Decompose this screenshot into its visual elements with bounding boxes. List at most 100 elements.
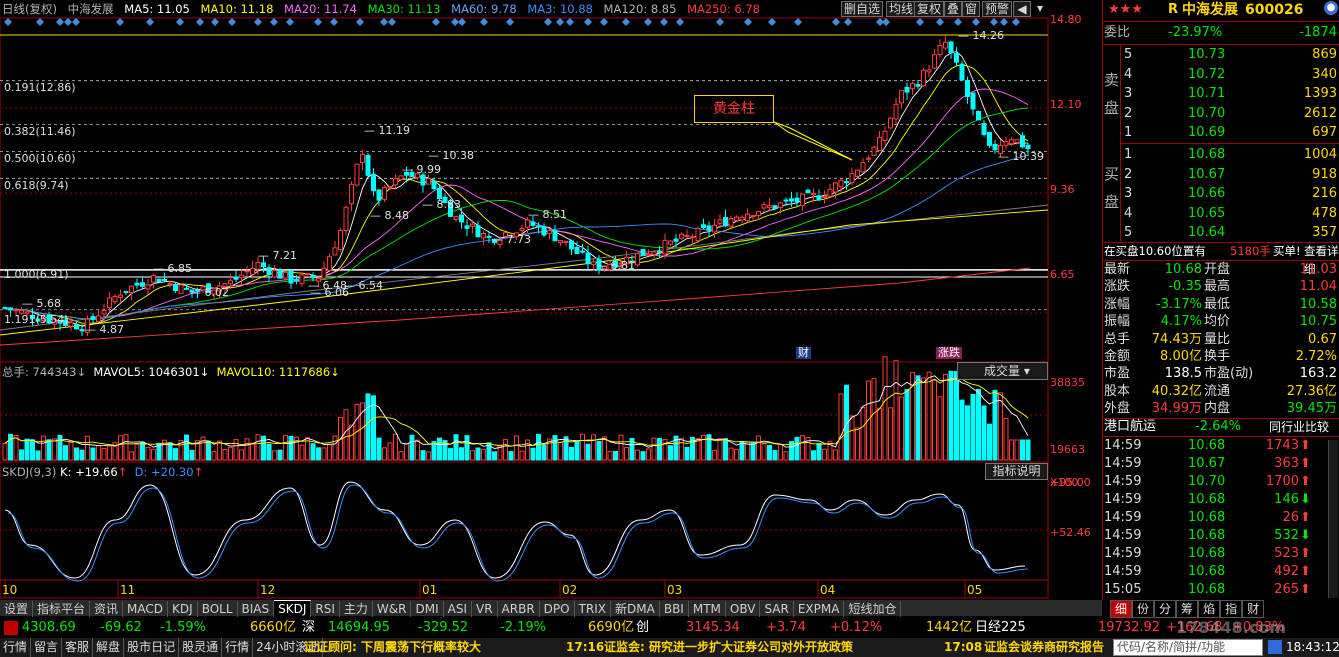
tab-指标平台[interactable]: 指标平台 — [33, 601, 91, 617]
event-diamond-icon[interactable] — [990, 18, 998, 26]
tab-mtm[interactable]: MTM — [689, 601, 726, 617]
event-diamond-icon[interactable] — [1000, 18, 1008, 26]
tab-sar[interactable]: SAR — [760, 601, 794, 617]
quote-tab[interactable]: 份 — [1132, 600, 1155, 618]
event-diamond-icon[interactable] — [768, 18, 776, 26]
tab-boll[interactable]: BOLL — [198, 601, 238, 617]
ask-level-row[interactable]: 2 10.70 2612 — [1102, 105, 1339, 123]
event-diamond-icon[interactable] — [286, 18, 294, 26]
ask-level-row[interactable]: 3 10.71 1393 — [1102, 85, 1339, 103]
event-diamond-icon[interactable] — [36, 18, 44, 26]
sz-index-value[interactable]: 14694.95 — [328, 618, 390, 638]
event-diamond-icon[interactable] — [116, 18, 124, 26]
tab-bbi[interactable]: BBI — [660, 601, 689, 617]
tab-bias[interactable]: BIAS — [238, 601, 275, 617]
big-order-alert[interactable]: 在买盘10.60位置有 5180手 买单! 查看详细 — [1102, 242, 1339, 276]
search-icon[interactable] — [1268, 640, 1282, 654]
event-diamond-icon[interactable] — [936, 18, 944, 26]
event-diamond-icon[interactable] — [211, 18, 219, 26]
event-diamond-icon[interactable] — [882, 18, 890, 26]
bid-level-row[interactable]: 3 10.66 216 — [1102, 185, 1339, 203]
ask-level-row[interactable]: 4 10.72 340 — [1102, 66, 1339, 84]
finance-event-marker[interactable]: 财 — [796, 347, 811, 359]
golden-pillar-label[interactable]: 黄金柱 — [694, 95, 774, 123]
sector-compare-link[interactable]: 同行业比较 — [1269, 418, 1329, 436]
event-diamond-icon[interactable] — [176, 18, 184, 26]
event-diamond-icon[interactable] — [228, 18, 236, 26]
event-diamond-icon[interactable] — [584, 18, 592, 26]
event-diamond-icon[interactable] — [544, 18, 552, 26]
info-icon[interactable]: ● — [1324, 1, 1338, 15]
event-diamond-icon[interactable] — [600, 18, 608, 26]
cy-index-value[interactable]: 3145.34 — [686, 618, 740, 638]
event-diamond-icon[interactable] — [72, 18, 80, 26]
ask-level-row[interactable]: 1 10.69 697 — [1102, 124, 1339, 142]
tab-obv[interactable]: OBV — [726, 601, 761, 617]
event-diamond-icon[interactable] — [330, 18, 338, 26]
event-diamond-icon[interactable] — [146, 18, 154, 26]
event-diamond-icon[interactable] — [566, 18, 574, 26]
status-link[interactable]: 行情 — [0, 638, 32, 657]
status-link[interactable]: 解盘 — [93, 638, 125, 657]
event-diamond-icon[interactable] — [506, 18, 514, 26]
event-diamond-icon[interactable] — [480, 18, 488, 26]
event-diamond-icon[interactable] — [56, 18, 64, 26]
quote-tab[interactable]: 分 — [1154, 600, 1177, 618]
tab-rsi[interactable]: RSI — [311, 601, 340, 617]
tab-资讯[interactable]: 资讯 — [90, 601, 124, 617]
event-diamond-icon[interactable] — [270, 18, 278, 26]
event-diamond-icon[interactable] — [972, 18, 980, 26]
nikkei-value[interactable]: 19732.92 — [1098, 618, 1160, 638]
volume-indicator-dropdown[interactable]: 成交量 ▾ — [957, 362, 1048, 380]
tab-asi[interactable]: ASI — [444, 601, 472, 617]
tab-trix[interactable]: TRIX — [575, 601, 612, 617]
tab-skdj[interactable]: SKDJ — [274, 600, 312, 617]
tab-新dma[interactable]: 新DMA — [611, 601, 660, 617]
event-diamond-icon[interactable] — [916, 18, 924, 26]
status-link[interactable]: 客服 — [62, 638, 94, 657]
quote-tab[interactable]: 焰 — [1198, 600, 1221, 618]
sector-name[interactable]: 港口航运 — [1104, 418, 1156, 436]
event-diamond-icon[interactable] — [644, 18, 652, 26]
bid-level-row[interactable]: 5 10.64 357 — [1102, 224, 1339, 242]
tab-vr[interactable]: VR — [472, 601, 498, 617]
event-diamond-icon[interactable] — [388, 18, 396, 26]
quote-tab[interactable]: 细 — [1110, 600, 1133, 618]
status-link[interactable]: 股市日记 — [124, 638, 180, 657]
event-diamond-icon[interactable] — [556, 18, 564, 26]
event-diamond-icon[interactable] — [254, 18, 262, 26]
tab-设置[interactable]: 设置 — [0, 601, 34, 617]
price-event-marker[interactable]: 涨跌 — [936, 347, 962, 359]
event-diamond-icon[interactable] — [314, 18, 322, 26]
event-diamond-icon[interactable] — [744, 18, 752, 26]
event-diamond-icon[interactable] — [1012, 18, 1020, 26]
news-item[interactable]: 证监会: 研究进一步扩大证券公司对外开放政策 — [604, 638, 853, 657]
event-diamond-icon[interactable] — [716, 18, 724, 26]
event-diamond-icon[interactable] — [954, 18, 962, 26]
event-diamond-icon[interactable] — [832, 18, 840, 26]
status-link[interactable]: 股灵通 — [179, 638, 223, 657]
tab-macd[interactable]: MACD — [123, 601, 169, 617]
bid-level-row[interactable]: 2 10.67 918 — [1102, 166, 1339, 184]
status-link[interactable]: 行情 — [222, 638, 254, 657]
tick-scrollbar[interactable] — [1328, 440, 1338, 598]
news-item[interactable]: 证证顾问: 下周震荡下行概率较大 — [304, 638, 481, 657]
event-diamond-icon[interactable] — [4, 18, 12, 26]
event-diamond-icon[interactable] — [451, 18, 459, 26]
event-diamond-icon[interactable] — [458, 18, 466, 26]
tab-arbr[interactable]: ARBR — [498, 601, 540, 617]
sh-index-value[interactable]: 4308.69 — [22, 618, 76, 638]
quote-tab[interactable]: 财 — [1242, 600, 1265, 618]
indicator-help-button[interactable]: 指标说明 — [985, 463, 1048, 480]
ask-level-row[interactable]: 5 10.73 869 — [1102, 46, 1339, 64]
tab-dmi[interactable]: DMI — [411, 601, 444, 617]
tab-w&r[interactable]: W&R — [373, 601, 412, 617]
status-link[interactable]: 留言 — [31, 638, 63, 657]
tab-kdj[interactable]: KDJ — [168, 601, 198, 617]
event-diamond-icon[interactable] — [676, 18, 684, 26]
event-diamond-icon[interactable] — [794, 18, 802, 26]
event-diamond-icon[interactable] — [622, 18, 630, 26]
event-diamond-icon[interactable] — [356, 18, 364, 26]
quote-tab[interactable]: 筹 — [1176, 600, 1199, 618]
tab-expma[interactable]: EXPMA — [794, 601, 845, 617]
